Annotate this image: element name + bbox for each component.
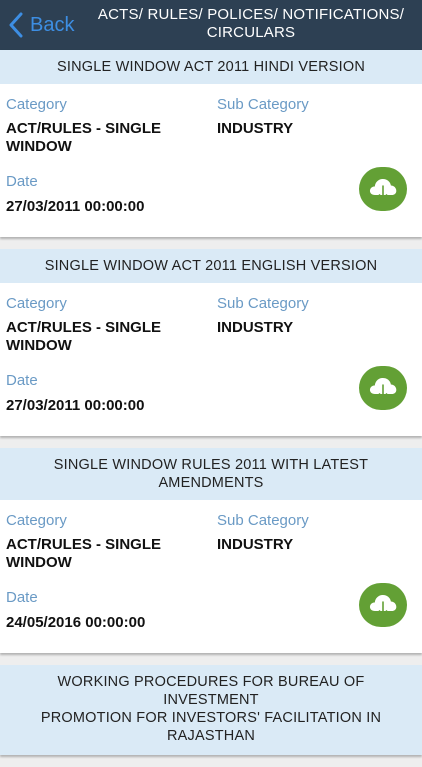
sub-category-label: Sub Category <box>217 96 309 113</box>
document-card: SINGLE WINDOW ACT 2011 ENGLISH VERSION C… <box>0 249 422 436</box>
document-details: Category ACT/RULES - SINGLE WINDOW Sub C… <box>0 283 422 436</box>
category-value-line2: WINDOW <box>6 337 72 354</box>
category-label: Category <box>6 96 67 113</box>
category-value-line1: ACT/RULES - SINGLE <box>6 120 162 137</box>
date-value: 27/03/2011 00:00:00 <box>6 198 145 215</box>
app-header: Back ACTS/ RULES/ POLICES/ NOTIFICATIONS… <box>0 0 422 50</box>
category-label: Category <box>6 295 67 312</box>
document-title-line1: WORKING PROCEDURES FOR BUREAU OF INVESTM… <box>57 674 365 708</box>
cloud-download-icon <box>369 595 397 616</box>
page-title-line2: CIRCULARS <box>206 24 296 41</box>
category-value-line1: ACT/RULES - SINGLE <box>6 319 162 336</box>
document-details: Category ACT/RULES - SINGLE WINDOW Sub C… <box>0 500 422 653</box>
download-button[interactable] <box>359 583 407 627</box>
document-title-line1: SINGLE WINDOW RULES 2011 WITH LATEST <box>53 457 369 473</box>
date-label: Date <box>6 372 38 389</box>
cloud-download-icon <box>369 179 397 200</box>
document-title[interactable]: SINGLE WINDOW ACT 2011 ENGLISH VERSION <box>0 249 422 283</box>
date-label: Date <box>6 589 38 606</box>
document-title[interactable]: WORKING PROCEDURES FOR BUREAU OF INVESTM… <box>0 665 422 755</box>
sub-category-label: Sub Category <box>217 512 309 529</box>
sub-category-value: INDUSTRY <box>217 536 294 553</box>
sub-category-value: INDUSTRY <box>217 120 294 137</box>
sub-category-label: Sub Category <box>217 295 309 312</box>
back-button[interactable]: Back <box>8 10 74 40</box>
date-label: Date <box>6 173 38 190</box>
download-button[interactable] <box>359 167 407 211</box>
sub-category-value: INDUSTRY <box>217 319 294 336</box>
chevron-left-icon <box>9 12 23 38</box>
document-title-line2: AMENDMENTS <box>158 475 264 491</box>
back-label: Back <box>30 13 75 36</box>
date-value: 27/03/2011 00:00:00 <box>6 397 145 414</box>
document-card: SINGLE WINDOW RULES 2011 WITH LATEST AME… <box>0 448 422 653</box>
category-value: ACT/RULES - SINGLE WINDOW <box>6 120 196 156</box>
document-title-line3: RAJASTHAN <box>166 728 255 744</box>
category-label: Category <box>6 512 67 529</box>
download-button[interactable] <box>359 366 407 410</box>
document-title[interactable]: SINGLE WINDOW RULES 2011 WITH LATEST AME… <box>0 448 422 500</box>
category-value: ACT/RULES - SINGLE WINDOW <box>6 536 196 572</box>
date-value: 24/05/2016 00:00:00 <box>6 614 146 631</box>
category-value-line2: WINDOW <box>6 138 72 155</box>
document-card: SINGLE WINDOW ACT 2011 HINDI VERSION Cat… <box>0 50 422 237</box>
category-value-line2: WINDOW <box>6 554 72 571</box>
page-title: ACTS/ RULES/ POLICES/ NOTIFICATIONS/ CIR… <box>80 6 422 42</box>
cloud-download-icon <box>369 378 397 399</box>
category-value: ACT/RULES - SINGLE WINDOW <box>6 319 196 355</box>
category-value-line1: ACT/RULES - SINGLE <box>6 536 162 553</box>
page-title-line1: ACTS/ RULES/ POLICES/ NOTIFICATIONS/ <box>97 6 405 23</box>
document-title-line2: PROMOTION FOR INVESTORS' FACILITATION IN <box>40 710 382 726</box>
document-card: WORKING PROCEDURES FOR BUREAU OF INVESTM… <box>0 665 422 755</box>
document-list: SINGLE WINDOW ACT 2011 HINDI VERSION Cat… <box>0 50 422 767</box>
document-title[interactable]: SINGLE WINDOW ACT 2011 HINDI VERSION <box>0 50 422 84</box>
document-details: Category ACT/RULES - SINGLE WINDOW Sub C… <box>0 84 422 237</box>
